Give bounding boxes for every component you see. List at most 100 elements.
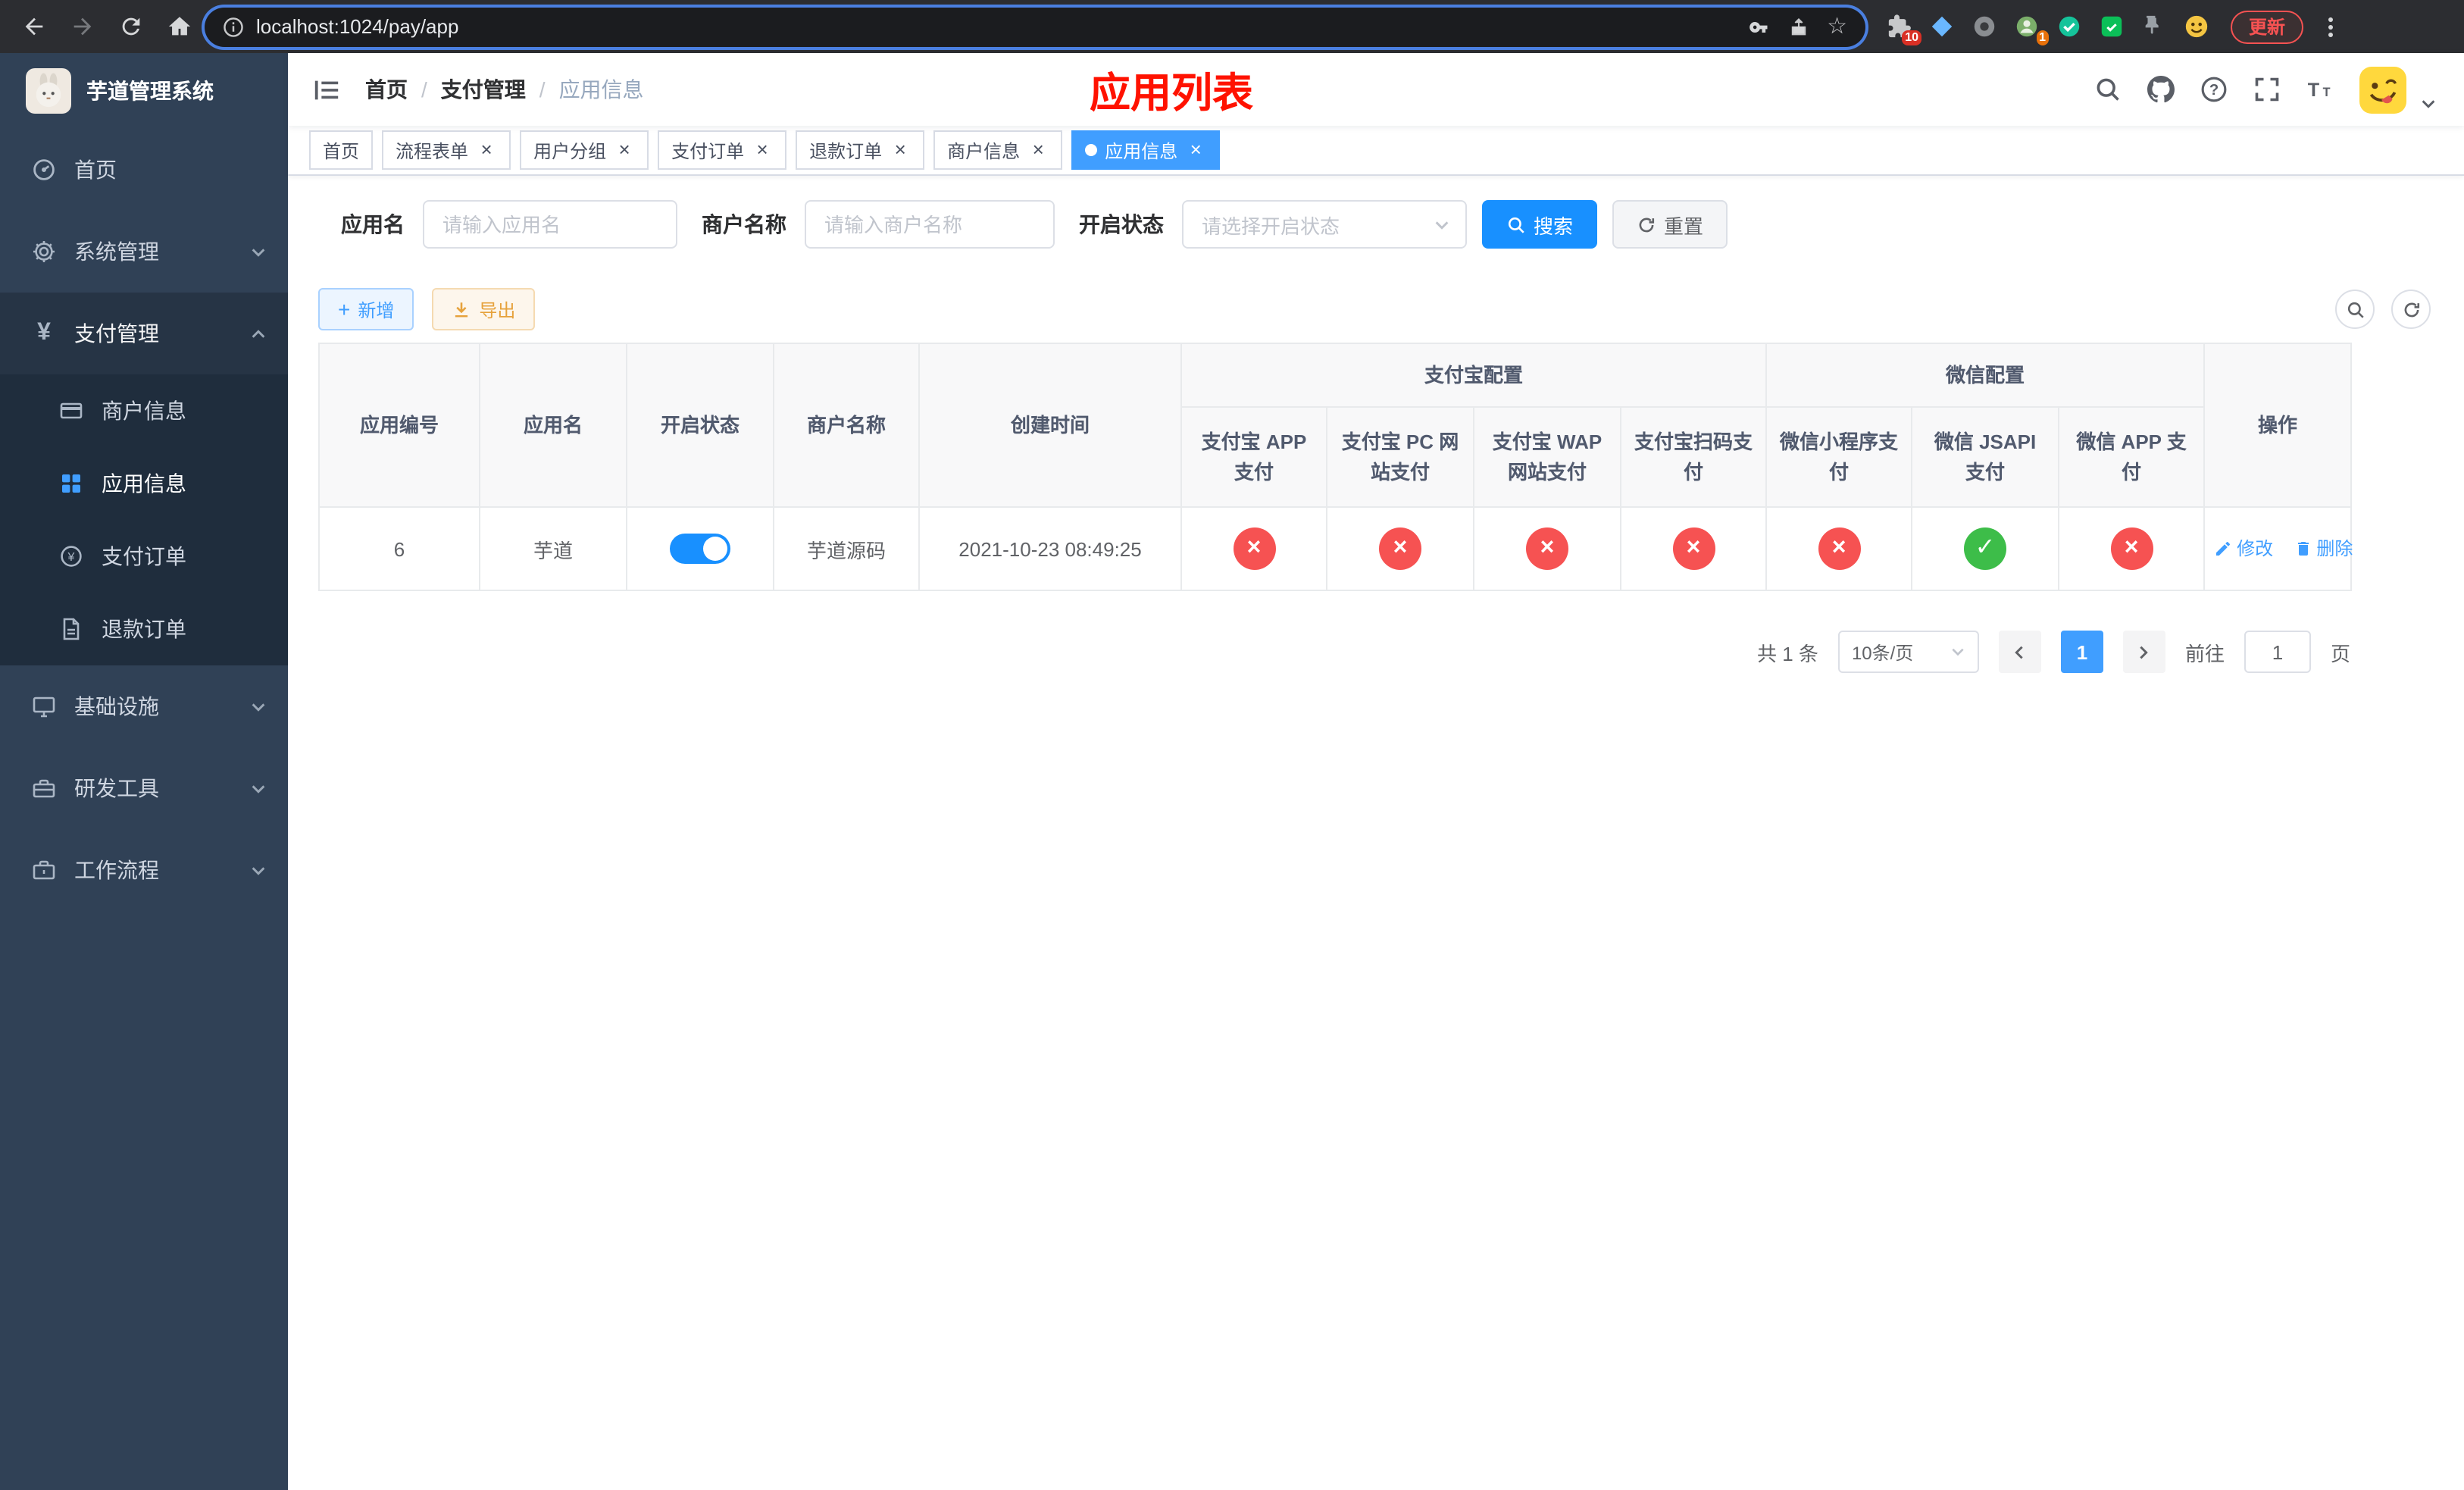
sidebar-item-label: 研发工具 <box>74 776 159 800</box>
site-info-icon[interactable] <box>223 16 244 37</box>
tab-home[interactable]: 首页 <box>309 130 374 170</box>
toggle-search-button[interactable] <box>2335 290 2375 329</box>
refresh-icon <box>1639 217 1655 232</box>
sidebar-item-payment-orders[interactable]: ¥ 支付订单 <box>0 520 288 593</box>
sidebar-item-dev-tools[interactable]: 研发工具 <box>0 747 288 829</box>
cell-created: 2021-10-23 08:49:25 <box>918 506 1182 591</box>
monitor-icon <box>30 694 58 718</box>
col-app-id: 应用编号 <box>318 343 480 508</box>
address-bar[interactable]: localhost:1024/pay/app ☆ <box>205 7 1865 46</box>
sidebar-item-label: 系统管理 <box>74 239 159 264</box>
tab-app-info[interactable]: 应用信息 × <box>1071 130 1221 170</box>
help-icon[interactable]: ? <box>2200 76 2228 103</box>
page-title: 应用列表 <box>1090 70 1253 116</box>
current-page-button[interactable]: 1 <box>2060 631 2103 673</box>
tab-close-icon[interactable]: × <box>1027 139 1049 161</box>
prev-page-button[interactable] <box>1998 631 2041 673</box>
sidebar-item-workflow[interactable]: 工作流程 <box>0 829 288 911</box>
breadcrumb: 首页 / 支付管理 / 应用信息 <box>365 74 644 105</box>
breadcrumb-home[interactable]: 首页 <box>365 74 408 105</box>
user-avatar[interactable] <box>2359 66 2406 113</box>
breadcrumb-separator: / <box>539 77 546 102</box>
edit-link[interactable]: 修改 <box>2214 536 2273 562</box>
status-toggle[interactable] <box>670 534 730 564</box>
font-size-icon[interactable]: TT <box>2306 76 2334 103</box>
tab-close-icon[interactable]: × <box>1185 139 1206 161</box>
app-title: 芋道管理系统 <box>86 79 214 103</box>
bookmark-star-icon[interactable]: ☆ <box>1827 15 1847 38</box>
browser-back-button[interactable] <box>21 14 47 39</box>
avatar-caret-icon[interactable] <box>2420 95 2437 111</box>
toolbox-icon <box>30 776 58 800</box>
sidebar-collapse-icon[interactable] <box>312 75 341 104</box>
sidebar-item-label: 支付管理 <box>74 321 159 346</box>
ext-pin-icon[interactable] <box>2141 14 2167 39</box>
sidebar-item-infrastructure[interactable]: 基础设施 <box>0 665 288 747</box>
sidebar-item-app-info[interactable]: 应用信息 <box>0 447 288 520</box>
edit-pencil-icon <box>2216 541 2231 556</box>
sidebar-item-merchant-info[interactable]: 商户信息 <box>0 374 288 447</box>
ext-dark-circle-icon[interactable] <box>1972 14 1997 39</box>
wechat-app-pay-status-icon: × <box>2110 527 2153 570</box>
tabs-bar: 首页 流程表单 × 用户分组 × 支付订单 × 退款订单 × 商户信息 × 应用… <box>288 126 2464 176</box>
tab-user-group[interactable]: 用户分组 × <box>520 130 649 170</box>
filter-form: 应用名 商户名称 开启状态 请选择开启状态 搜索 <box>318 200 2434 249</box>
tab-process-form[interactable]: 流程表单 × <box>382 130 511 170</box>
sidebar-item-refund-orders[interactable]: 退款订单 <box>0 593 288 665</box>
chevron-down-icon <box>1952 648 1964 656</box>
tab-close-icon[interactable]: × <box>476 139 497 161</box>
sidebar-item-system[interactable]: 系统管理 <box>0 211 288 293</box>
github-icon[interactable] <box>2147 76 2175 103</box>
refresh-table-button[interactable] <box>2391 290 2431 329</box>
extensions-area: 10 1 <box>1887 14 2209 45</box>
browser-forward-button[interactable] <box>70 14 95 39</box>
tab-close-icon[interactable]: × <box>752 139 773 161</box>
status-select[interactable]: 请选择开启状态 <box>1182 200 1467 249</box>
reset-button[interactable]: 重置 <box>1612 200 1728 249</box>
tab-close-icon[interactable]: × <box>890 139 911 161</box>
cell-actions: 修改 删除 <box>2203 506 2353 591</box>
add-button[interactable]: + 新增 <box>318 288 414 330</box>
header-search-icon[interactable] <box>2094 76 2122 103</box>
browser-update-button[interactable]: 更新 <box>2231 10 2304 43</box>
svg-text:T: T <box>2323 86 2331 99</box>
browser-home-button[interactable] <box>167 14 192 39</box>
download-icon <box>455 302 468 317</box>
fullscreen-icon[interactable] <box>2253 76 2281 103</box>
ext-gem-icon[interactable] <box>1929 14 1955 39</box>
tab-merchant-info[interactable]: 商户信息 × <box>933 130 1063 170</box>
merchant-name-input[interactable] <box>805 200 1055 249</box>
search-icon <box>1508 216 1524 233</box>
chevron-down-icon <box>1434 216 1450 233</box>
ext-green-square-icon[interactable] <box>2099 14 2125 39</box>
browser-toolbar: localhost:1024/pay/app ☆ 10 1 更新 <box>0 0 2464 53</box>
delete-link[interactable]: 删除 <box>2294 536 2353 562</box>
breadcrumb-current: 应用信息 <box>558 77 644 102</box>
tab-payment-orders[interactable]: 支付订单 × <box>658 130 787 170</box>
password-key-icon[interactable] <box>1748 16 1769 37</box>
tab-close-icon[interactable]: × <box>614 139 635 161</box>
app-name-input[interactable] <box>423 200 677 249</box>
browser-refresh-button[interactable] <box>118 14 144 39</box>
share-icon[interactable] <box>1787 16 1809 37</box>
browser-menu-icon[interactable] <box>2319 14 2343 39</box>
search-icon <box>2347 301 2363 318</box>
tab-refund-orders[interactable]: 退款订单 × <box>796 130 925 170</box>
payment-submenu: 商户信息 应用信息 ¥ 支付订单 退款订单 <box>0 374 288 665</box>
sidebar-item-home[interactable]: 首页 <box>0 129 288 211</box>
status-label: 开启状态 <box>1079 212 1164 236</box>
ext-check-circle-icon[interactable] <box>2056 14 2082 39</box>
search-button[interactable]: 搜索 <box>1482 200 1598 249</box>
next-page-button[interactable] <box>2122 631 2165 673</box>
page-size-select[interactable]: 10条/页 <box>1837 631 1979 673</box>
ext-face-icon[interactable] <box>2184 14 2209 39</box>
sidebar: 芋道管理系统 首页 系统管理 ¥ 支付管理 商户信息 应用信息 ¥ 支付订单 退… <box>0 53 288 1490</box>
export-button[interactable]: 导出 <box>432 288 536 330</box>
ext-avatar-icon[interactable]: 1 <box>2014 14 2049 45</box>
app-logo-row[interactable]: 芋道管理系统 <box>0 53 288 129</box>
goto-page-input[interactable] <box>2244 631 2311 673</box>
breadcrumb-payment[interactable]: 支付管理 <box>441 74 526 105</box>
sidebar-item-payment[interactable]: ¥ 支付管理 <box>0 293 288 374</box>
extensions-puzzle-icon[interactable]: 10 <box>1887 14 1921 45</box>
breadcrumb-separator: / <box>421 77 427 102</box>
